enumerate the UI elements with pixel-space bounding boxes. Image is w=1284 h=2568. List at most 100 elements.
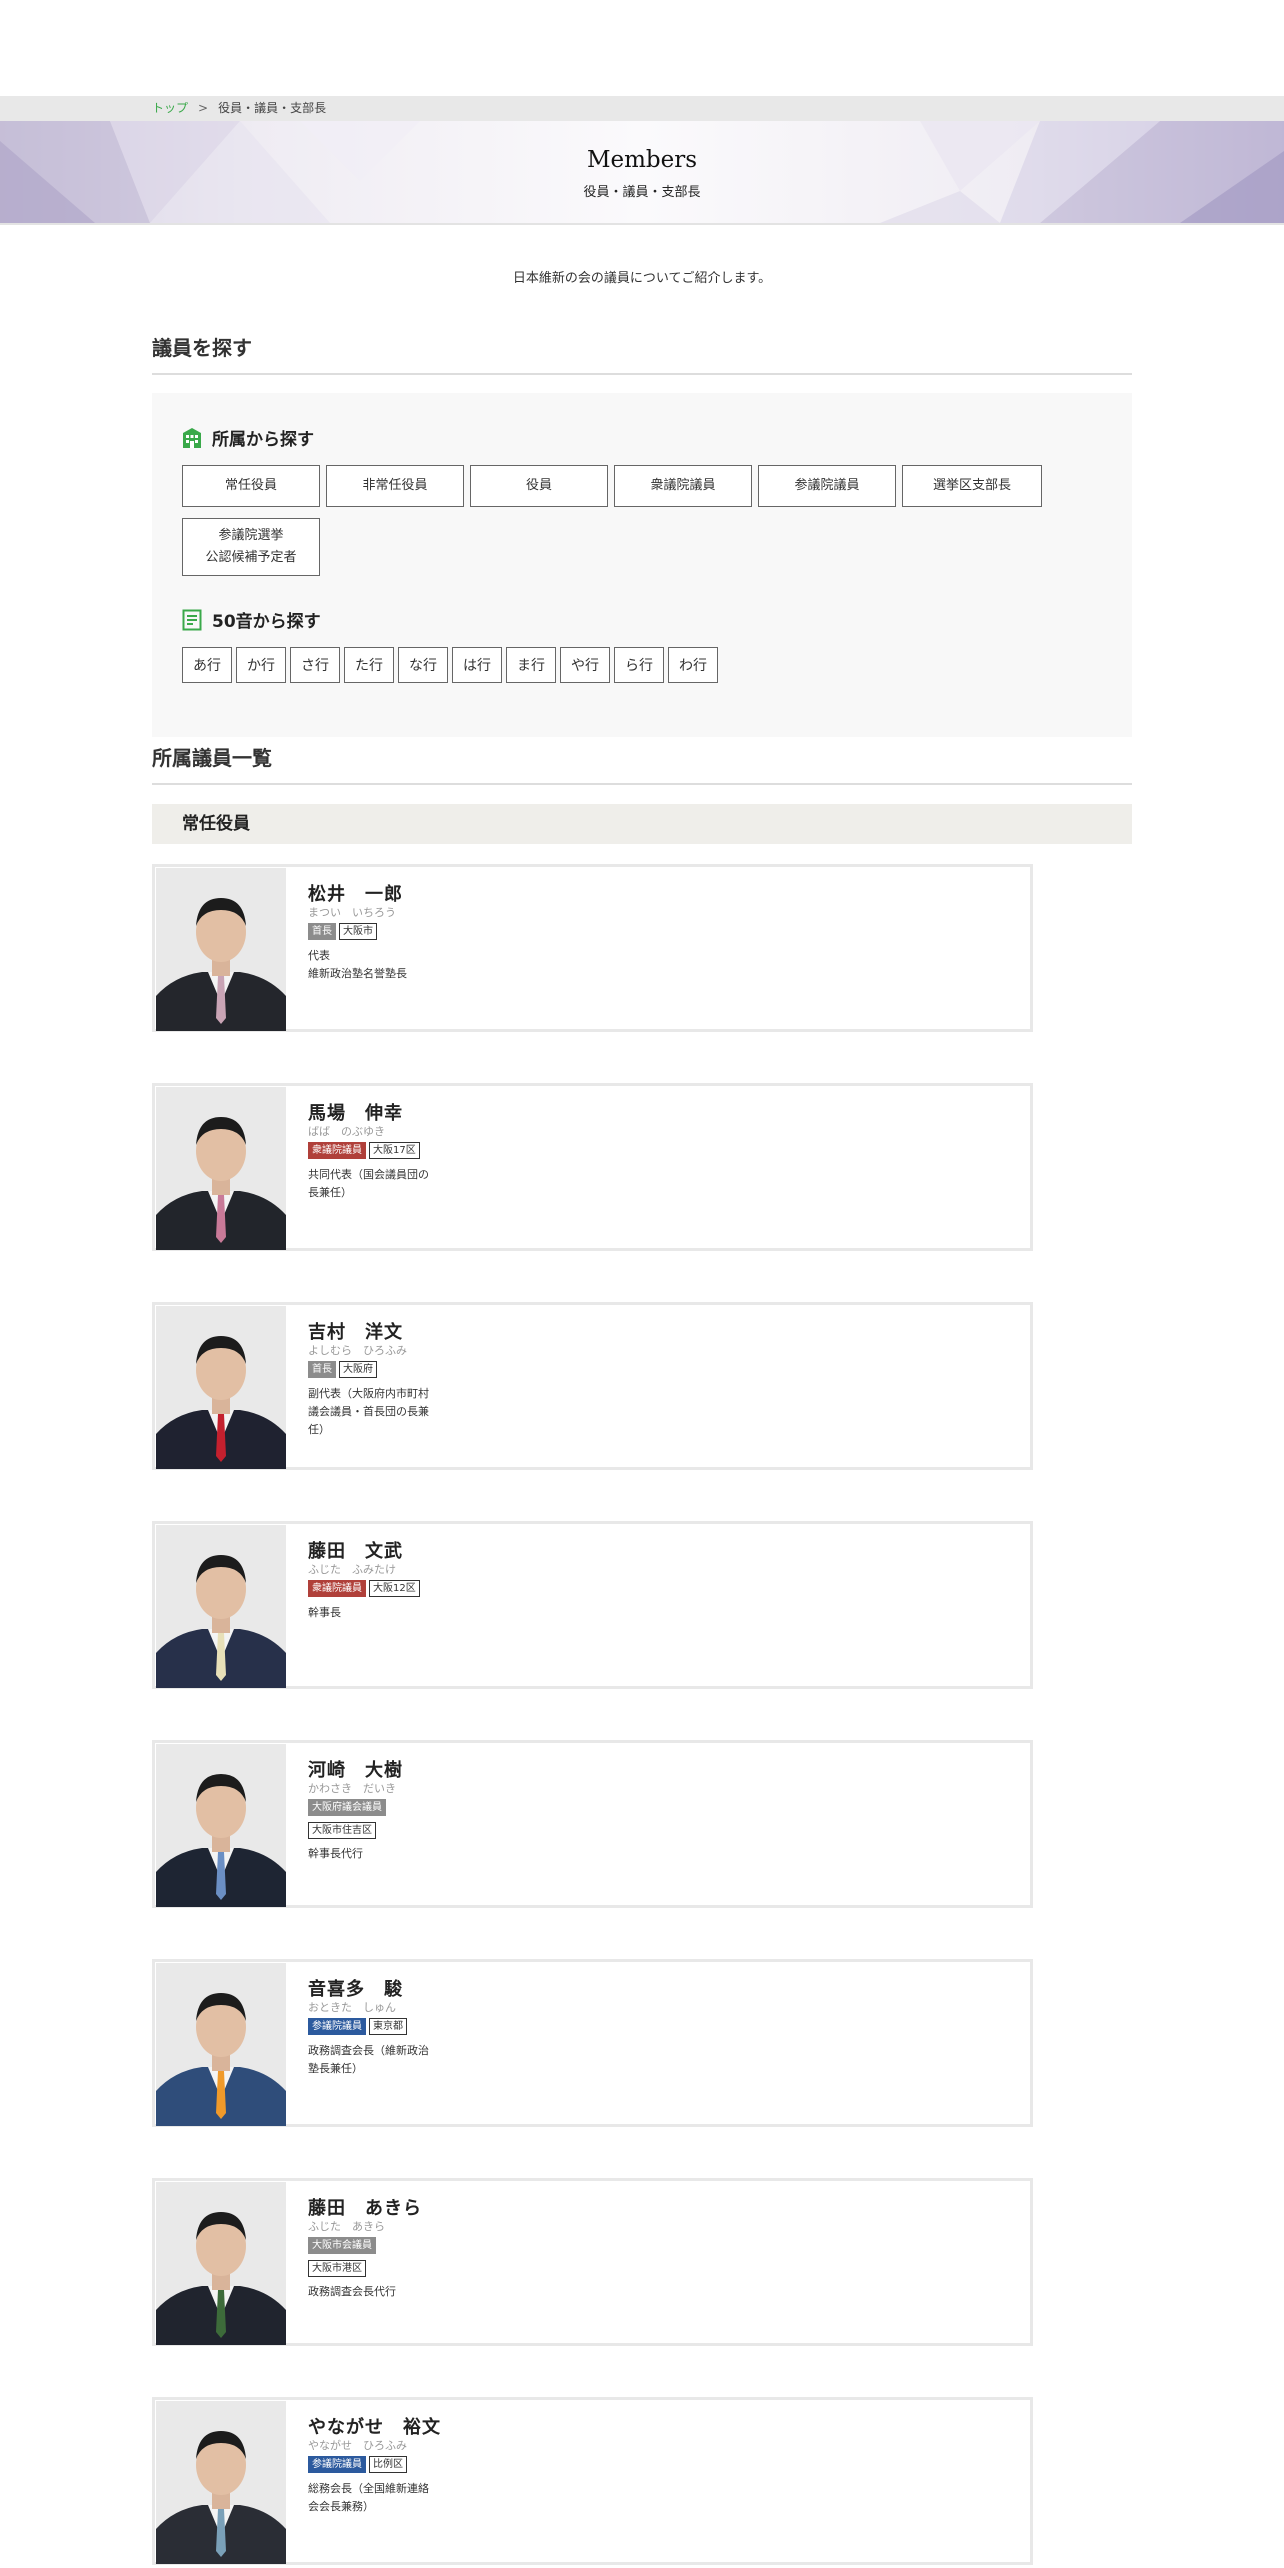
member-photo <box>156 1525 286 1688</box>
member-district-badge: 大阪17区 <box>369 1142 420 1159</box>
affiliation-search-heading: 所属から探す <box>182 425 314 450</box>
member-position-badge: 大阪府議会議員 <box>308 1799 386 1816</box>
filter-councillor-candidates-button[interactable]: 参議院選挙 公認候補予定者 <box>182 518 320 576</box>
breadcrumb: トップ > 役員・議員・支部長 <box>0 96 1284 121</box>
member-photo <box>156 1306 286 1469</box>
member-position-badge: 参議院議員 <box>308 2456 366 2473</box>
member-role: 総務会長（全国維新連絡会会長兼務） <box>308 2482 429 2513</box>
member-position-badge: 首長 <box>308 923 336 940</box>
filter-branch-heads-button[interactable]: 選挙区支部長 <box>902 465 1042 507</box>
member-kana: ふじた ふみたけ <box>308 1563 396 1576</box>
member-name: やながせ 裕文 <box>308 2417 441 2438</box>
member-info: 藤田 文武 ふじた ふみたけ 衆議院議員 大阪12区 幹事長 <box>308 1541 438 1622</box>
member-name: 吉村 洋文 <box>308 1322 403 1343</box>
filter-officers-button[interactable]: 役員 <box>470 465 608 507</box>
member-info: 吉村 洋文 よしむら ひろふみ首長 大阪府副代表（大阪府内市町村議会議員・首長団の長… <box>308 1322 438 1439</box>
filter-house-of-councillors-button[interactable]: 参議院議員 <box>758 465 896 507</box>
page-title: Members <box>586 147 698 173</box>
group-label-standing-officers: 常任役員 <box>152 804 1132 844</box>
member-role: 副代表（大阪府内市町村議会議員・首長団の長兼任） <box>308 1387 429 1436</box>
member-name: 藤田 文武 <box>308 1541 403 1562</box>
member-info: 藤田 あきら ふじた あきら 大阪市会議員 大阪市港区 政務調査会長代行 <box>308 2198 438 2301</box>
filter-standing-officers-button[interactable]: 常任役員 <box>182 465 320 507</box>
member-card[interactable]: 河崎 大樹 かわさき だいき大阪府議会議員 大阪市住吉区幹事長代行 <box>152 1740 1033 1908</box>
kana-search-label: 50音から探す <box>212 612 321 632</box>
kana-search-heading: 50音から探す <box>182 607 321 632</box>
member-card[interactable]: 藤田 あきら ふじた あきら 大阪市会議員 大阪市港区 政務調査会長代行 <box>152 2178 1033 2346</box>
kana-wa-button[interactable]: わ行 <box>668 647 718 683</box>
member-photo <box>156 2401 286 2564</box>
filter-nonstanding-officers-button[interactable]: 非常任役員 <box>326 465 464 507</box>
breadcrumb-separator: > <box>198 101 209 115</box>
member-card[interactable]: 松井 一郎 まつい いちろう 首長 大阪市 代表 維新政治塾名誉塾長 <box>152 864 1033 1032</box>
member-district-badge: 大阪市住吉区 <box>308 1822 376 1839</box>
member-name: 松井 一郎 <box>308 884 403 905</box>
member-district-badge: 大阪12区 <box>369 1580 420 1597</box>
member-name: 河崎 大樹 <box>308 1760 403 1781</box>
member-name: 藤田 あきら <box>308 2198 422 2219</box>
building-icon <box>183 427 201 448</box>
member-kana: よしむら ひろふみ <box>308 1344 407 1357</box>
kana-na-button[interactable]: な行 <box>398 647 448 683</box>
member-role: 政務調査会長代行 <box>308 2285 396 2298</box>
member-kana: ふじた あきら <box>308 2220 385 2233</box>
kana-ta-button[interactable]: た行 <box>344 647 394 683</box>
member-info: やながせ 裕文 やながせ ひろふみ参議院議員 比例区総務会長（全国維新連絡会会長兼務… <box>308 2417 441 2516</box>
member-tags: 大阪府議会議員 大阪市住吉区 <box>308 1799 438 1839</box>
member-info: 松井 一郎 まつい いちろう 首長 大阪市 代表 維新政治塾名誉塾長 <box>308 884 438 983</box>
member-info: 音喜多 駿おときた しゅん参議院議員 東京都政務調査会長（維新政治塾長兼任） <box>308 1979 438 2078</box>
member-role: 代表 維新政治塾名誉塾長 <box>308 949 407 980</box>
member-kana: まつい いちろう <box>308 906 396 919</box>
member-position-badge: 首長 <box>308 1361 336 1378</box>
member-district-badge: 大阪府 <box>339 1361 377 1378</box>
member-photo <box>156 1963 286 2126</box>
filter-house-of-representatives-button[interactable]: 衆議院議員 <box>614 465 752 507</box>
member-name: 音喜多 駿 <box>308 1979 403 2000</box>
kana-sa-button[interactable]: さ行 <box>290 647 340 683</box>
list-icon <box>182 609 202 630</box>
page-subtitle: 役員・議員・支部長 <box>583 185 701 200</box>
member-info: 馬場 伸幸 ばば のぶゆき 衆議院議員 大阪17区 共同代表（国会議員団の長兼任） <box>308 1103 438 1202</box>
kana-ya-button[interactable]: や行 <box>560 647 610 683</box>
member-card[interactable]: やながせ 裕文 やながせ ひろふみ参議院議員 比例区総務会長（全国維新連絡会会長兼務… <box>152 2397 1033 2565</box>
member-photo <box>156 868 286 1031</box>
member-tags: 衆議院議員 大阪12区 <box>308 1580 438 1603</box>
kana-a-button[interactable]: あ行 <box>182 647 232 683</box>
hero-divider <box>0 223 1284 225</box>
member-tags: 首長 大阪府 <box>308 1361 438 1384</box>
member-card[interactable]: 音喜多 駿おときた しゅん参議院議員 東京都政務調査会長（維新政治塾長兼任） <box>152 1959 1033 2127</box>
affiliation-search-label: 所属から探す <box>212 430 314 450</box>
kana-ma-button[interactable]: ま行 <box>506 647 556 683</box>
member-info: 河崎 大樹 かわさき だいき大阪府議会議員 大阪市住吉区幹事長代行 <box>308 1760 438 1863</box>
member-role: 政務調査会長（維新政治塾長兼任） <box>308 2044 429 2075</box>
member-photo <box>156 2182 286 2345</box>
breadcrumb-top-link[interactable]: トップ <box>152 101 188 115</box>
member-role: 幹事長代行 <box>308 1847 363 1860</box>
search-heading: 議員を探す <box>152 332 1132 375</box>
member-kana: かわさき だいき <box>308 1782 396 1795</box>
member-photo <box>156 1087 286 1250</box>
page-hero: Members 役員・議員・支部長 <box>0 121 1284 223</box>
member-position-badge: 大阪市会議員 <box>308 2237 376 2254</box>
member-position-badge: 衆議院議員 <box>308 1142 366 1159</box>
intro-text: 日本維新の会の議員についてご紹介します。 <box>512 271 772 286</box>
kana-ka-button[interactable]: か行 <box>236 647 286 683</box>
member-card[interactable]: 吉村 洋文 よしむら ひろふみ首長 大阪府副代表（大阪府内市町村議会議員・首長団の長… <box>152 1302 1033 1470</box>
members-heading: 所属議員一覧 <box>152 742 1132 785</box>
member-kana: おときた しゅん <box>308 2001 396 2014</box>
member-position-badge: 参議院議員 <box>308 2018 366 2035</box>
member-tags: 衆議院議員 大阪17区 <box>308 1142 438 1165</box>
member-tags: 参議院議員 比例区 <box>308 2456 441 2479</box>
member-position-badge: 衆議院議員 <box>308 1580 366 1597</box>
member-kana: ばば のぶゆき <box>308 1125 385 1138</box>
kana-ha-button[interactable]: は行 <box>452 647 502 683</box>
member-tags: 参議院議員 東京都 <box>308 2018 438 2041</box>
member-district-badge: 比例区 <box>369 2456 407 2473</box>
member-role: 共同代表（国会議員団の長兼任） <box>308 1168 429 1199</box>
breadcrumb-current: 役員・議員・支部長 <box>218 101 327 115</box>
member-district-badge: 東京都 <box>369 2018 407 2035</box>
member-card[interactable]: 藤田 文武 ふじた ふみたけ 衆議院議員 大阪12区 幹事長 <box>152 1521 1033 1689</box>
member-kana: やながせ ひろふみ <box>308 2439 407 2452</box>
member-card[interactable]: 馬場 伸幸 ばば のぶゆき 衆議院議員 大阪17区 共同代表（国会議員団の長兼任） <box>152 1083 1033 1251</box>
kana-ra-button[interactable]: ら行 <box>614 647 664 683</box>
